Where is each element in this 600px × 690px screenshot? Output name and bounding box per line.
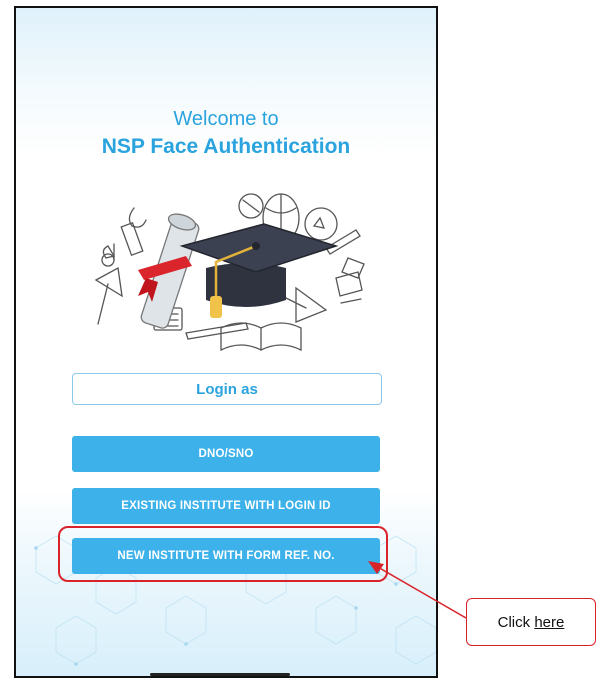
click-here-callout: Click here [466, 598, 596, 646]
callout-link[interactable]: here [534, 614, 564, 631]
graduation-cap-icon [94, 193, 365, 352]
app-title: NSP Face Authentication [101, 135, 351, 158]
phone-screen: Welcome to NSP Face Authentication Login… [14, 6, 438, 678]
callout-prefix: Click [497, 613, 535, 631]
welcome-text: Welcome to [173, 108, 279, 130]
dno-sno-button[interactable]: DNO/SNO [72, 436, 380, 472]
existing-institute-button[interactable]: EXISTING INSTITUTE WITH LOGIN ID [72, 488, 380, 524]
login-as-label: Login as [72, 373, 382, 405]
home-indicator [150, 673, 290, 676]
highlight-box [58, 526, 388, 582]
